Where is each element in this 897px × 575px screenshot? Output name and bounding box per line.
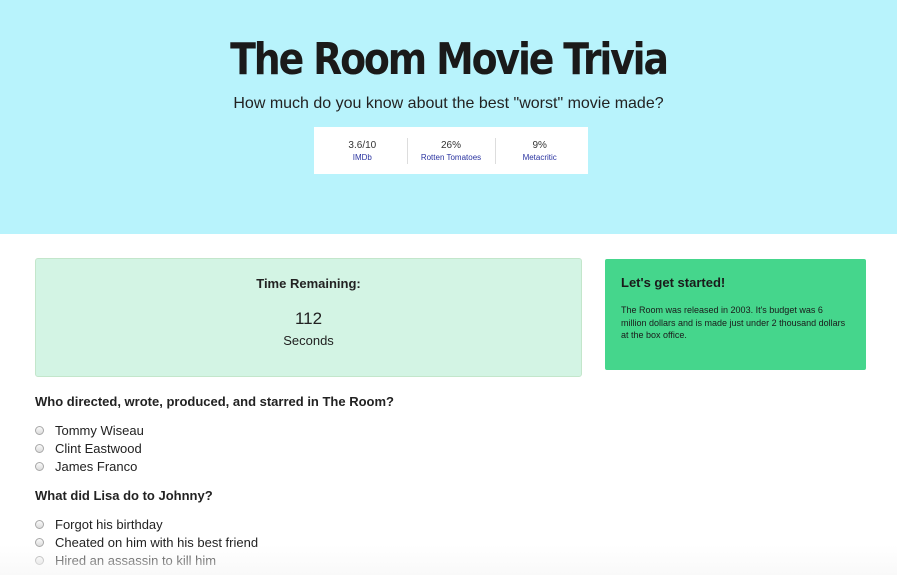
timer-panel: Time Remaining: 112 Seconds bbox=[35, 258, 582, 377]
page-subtitle: How much do you know about the best "wor… bbox=[233, 95, 664, 112]
answer-option[interactable]: Tommy Wiseau bbox=[35, 421, 144, 439]
radio-button[interactable] bbox=[35, 425, 44, 435]
radio-button[interactable] bbox=[35, 461, 44, 471]
radio-button[interactable] bbox=[35, 443, 44, 453]
info-title: Let's get started! bbox=[621, 275, 726, 290]
answer-label[interactable]: Hired an assassin to kill him bbox=[55, 553, 216, 568]
answer-option[interactable]: Hired an assassin to kill him bbox=[35, 551, 216, 569]
answer-option[interactable]: Cheated on him with his best friend bbox=[35, 533, 258, 551]
info-text: The Room was released in 2003. It's budg… bbox=[621, 305, 846, 340]
rating-score: 26% bbox=[441, 139, 462, 151]
rating-metacritic[interactable]: 9% Metacritic bbox=[495, 136, 584, 166]
rating-source[interactable]: IMDb bbox=[318, 152, 407, 163]
answer-label[interactable]: Clint Eastwood bbox=[55, 441, 142, 456]
answer-label[interactable]: Forgot his birthday bbox=[55, 517, 163, 532]
answer-label[interactable]: Tommy Wiseau bbox=[55, 423, 144, 438]
answer-option[interactable]: Clint Eastwood bbox=[35, 439, 142, 457]
answer-label[interactable]: Cheated on him with his best friend bbox=[55, 535, 258, 550]
rating-rotten-tomatoes[interactable]: 26% Rotten Tomatoes bbox=[406, 136, 496, 166]
answer-option[interactable]: James Franco bbox=[35, 457, 137, 475]
rating-score: 3.6/10 bbox=[348, 139, 377, 151]
rating-source[interactable]: Rotten Tomatoes bbox=[407, 152, 496, 163]
question-1: Who directed, wrote, produced, and starr… bbox=[35, 394, 394, 409]
timer-value: 112 bbox=[294, 309, 323, 328]
radio-button[interactable] bbox=[35, 555, 44, 565]
timer-label: Time Remaining: bbox=[256, 276, 361, 291]
question-2: What did Lisa do to Johnny? bbox=[35, 488, 213, 503]
rating-score: 9% bbox=[532, 139, 547, 151]
answer-option[interactable]: Forgot his birthday bbox=[35, 515, 163, 533]
answer-label[interactable]: James Franco bbox=[55, 459, 137, 474]
hero-banner: The Room Movie Trivia How much do you kn… bbox=[0, 0, 897, 234]
radio-button[interactable] bbox=[35, 537, 44, 547]
rating-source[interactable]: Metacritic bbox=[495, 152, 584, 163]
rating-imdb[interactable]: 3.6/10 IMDb bbox=[318, 136, 407, 166]
info-panel: Let's get started! The Room was released… bbox=[605, 259, 866, 370]
timer-unit: Seconds bbox=[283, 333, 334, 348]
radio-button[interactable] bbox=[35, 519, 44, 529]
ratings-card: 3.6/10 IMDb 26% Rotten Tomatoes 9% Metac… bbox=[314, 127, 588, 174]
page-title: The Room Movie Trivia bbox=[230, 34, 669, 85]
